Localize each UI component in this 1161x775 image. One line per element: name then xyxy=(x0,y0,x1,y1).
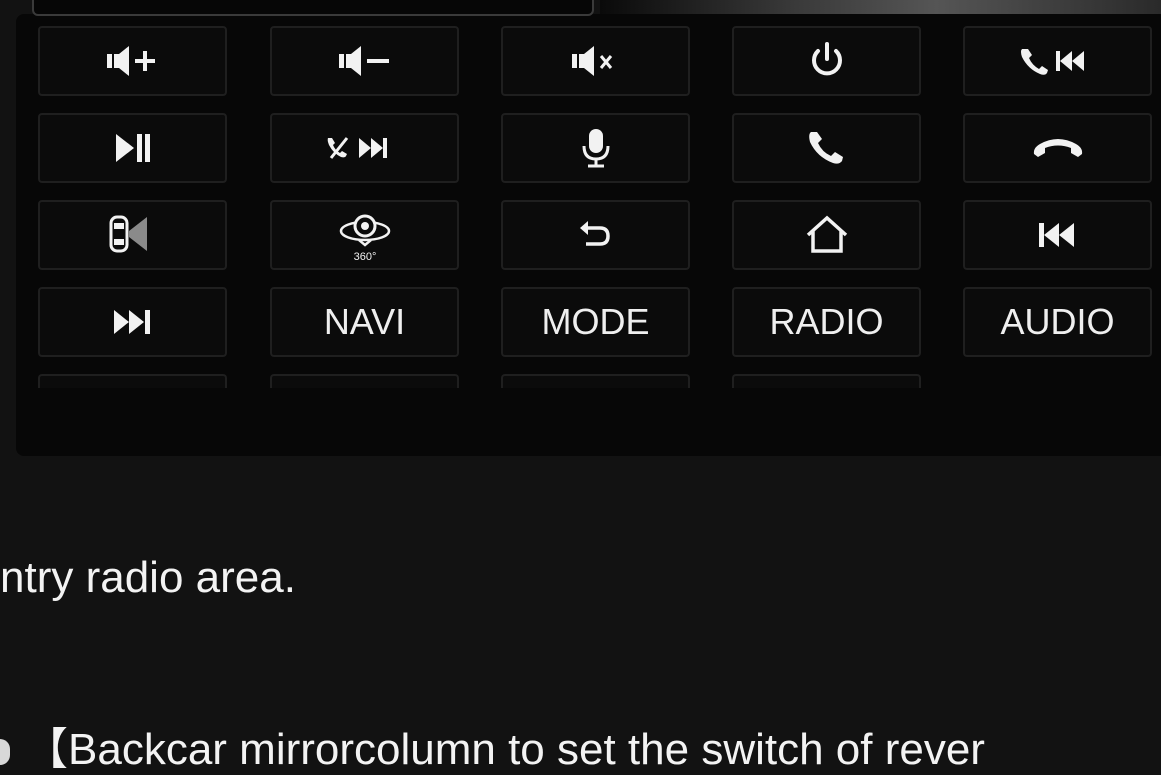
camera-360-caption: 360° xyxy=(353,251,376,263)
power-icon xyxy=(805,39,849,83)
next-track-button[interactable] xyxy=(38,287,227,357)
next-track-icon xyxy=(108,302,158,342)
navi-button[interactable]: NAVI xyxy=(270,287,459,357)
camera-360-icon: 360° xyxy=(335,207,395,263)
radio-button[interactable]: RADIO xyxy=(732,287,921,357)
navi-label: NAVI xyxy=(323,301,406,342)
volume-up-icon xyxy=(103,41,163,81)
home-icon xyxy=(802,213,852,257)
previous-track-icon xyxy=(1033,215,1083,255)
bullet-icon xyxy=(0,739,10,766)
partial-key-4[interactable] xyxy=(732,374,921,388)
previous-track-button[interactable] xyxy=(963,200,1152,270)
voice-button[interactable] xyxy=(501,113,690,183)
audio-label: AUDIO xyxy=(1000,301,1115,342)
back-arrow-icon xyxy=(574,215,618,255)
mute-button[interactable] xyxy=(501,26,690,96)
top-bezel-glow xyxy=(600,0,1161,14)
volume-down-icon xyxy=(335,41,395,81)
volume-up-button[interactable] xyxy=(38,26,227,96)
mode-button[interactable]: MODE xyxy=(501,287,690,357)
phone-hangup-icon xyxy=(1028,128,1088,168)
radio-label: RADIO xyxy=(769,301,884,342)
play-pause-icon xyxy=(108,128,158,168)
microphone-icon xyxy=(576,126,616,170)
partial-key-2[interactable] xyxy=(270,374,459,388)
top-input-field[interactable] xyxy=(32,0,594,16)
instruction-line-1: ntry radio area. xyxy=(0,553,296,602)
instruction-line-2-text: 【Backcar mirrorcolumn to set the switch … xyxy=(24,725,985,774)
hangup-next-button[interactable] xyxy=(270,113,459,183)
play-pause-button[interactable] xyxy=(38,113,227,183)
phone-previous-button[interactable] xyxy=(963,26,1152,96)
parking-sensor-icon xyxy=(103,211,163,259)
hang-up-button[interactable] xyxy=(963,113,1152,183)
volume-down-button[interactable] xyxy=(270,26,459,96)
answer-call-button[interactable] xyxy=(732,113,921,183)
hangup-next-icon xyxy=(323,128,407,168)
parking-radar-button[interactable] xyxy=(38,200,227,270)
camera-360-button[interactable]: 360° xyxy=(270,200,459,270)
instruction-line-2: 【Backcar mirrorcolumn to set the switch … xyxy=(0,713,985,775)
mode-label: MODE xyxy=(541,301,650,342)
manual-page: 360° NAVI MODE RADIO AUDIO ntry radio ar… xyxy=(0,0,1161,775)
home-button[interactable] xyxy=(732,200,921,270)
power-button[interactable] xyxy=(732,26,921,96)
partial-key-3[interactable] xyxy=(501,374,690,388)
mute-icon xyxy=(566,41,626,81)
back-button[interactable] xyxy=(501,200,690,270)
phone-answer-icon xyxy=(802,126,852,170)
partial-key-1[interactable] xyxy=(38,374,227,388)
phone-previous-icon xyxy=(1016,41,1100,81)
audio-button[interactable]: AUDIO xyxy=(963,287,1152,357)
